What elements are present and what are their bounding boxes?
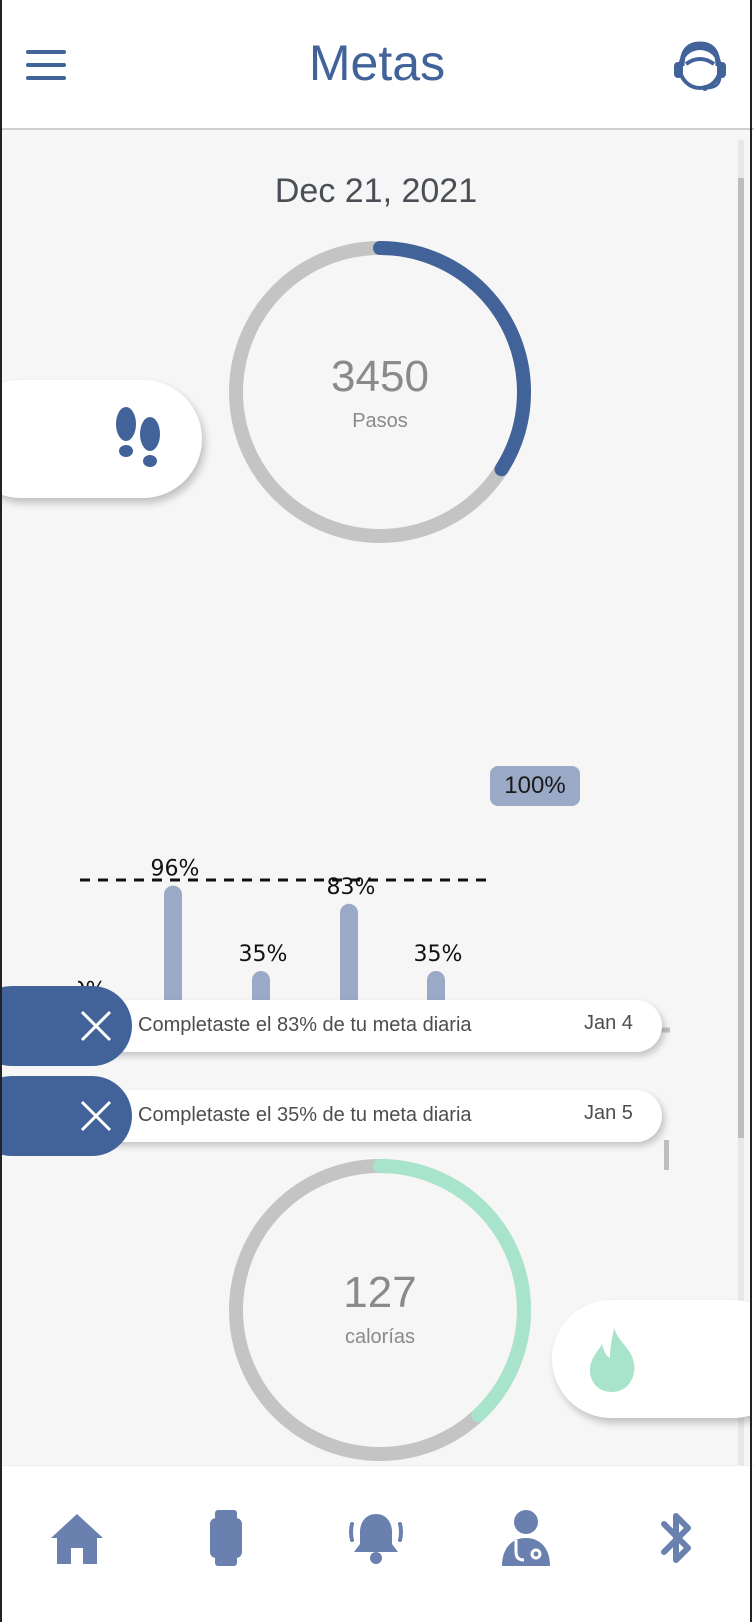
calories-progress-ring: 127 calorías [210,1140,550,1465]
list-scroll-indicator [664,1140,669,1170]
close-icon[interactable] [78,1008,114,1044]
calories-value: 127 [343,1268,417,1317]
steps-goal-tab[interactable] [2,380,202,498]
close-icon[interactable] [78,1098,114,1134]
doctor-icon[interactable] [496,1508,556,1568]
bell-icon[interactable] [346,1508,406,1568]
notification-text: Completaste el 83% de tu meta diaria [138,1014,472,1036]
steps-label: Pasos [352,410,408,432]
goals-content[interactable]: Dec 21, 2021 3450 Pasos 9%an 0196%Jan 02… [2,130,750,1465]
footprints-icon [116,407,160,467]
goal-percent-badge: 100% [490,766,580,806]
bar-value-label: 83% [327,875,376,900]
scrollbar-thumb[interactable] [738,178,744,1138]
smartwatch-icon[interactable] [196,1508,256,1568]
bottom-navigation [0,1465,754,1623]
notification-text: Completaste el 35% de tu meta diaria [138,1104,472,1126]
selected-date: Dec 21, 2021 [274,172,478,210]
notification-item[interactable]: Completaste el 83% de tu meta diaria Jan… [2,986,667,1068]
home-icon[interactable] [47,1508,107,1568]
notification-date: Jan 4 [584,1012,633,1034]
notification-date: Jan 5 [584,1102,633,1124]
bluetooth-icon[interactable] [646,1508,706,1568]
bar-value-label: 35% [239,942,288,967]
bar-value-label: 96% [151,857,200,882]
page-title: Metas [308,35,446,91]
support-agent-icon[interactable] [670,38,730,96]
steps-progress-ring: 3450 Pasos [210,222,550,562]
bar-value-label: 35% [414,942,463,967]
steps-value: 3450 [331,352,429,401]
app-header: Metas [0,0,754,130]
calories-label: calorías [344,1326,416,1348]
flame-icon [590,1328,635,1392]
calories-goal-tab[interactable] [552,1300,750,1418]
